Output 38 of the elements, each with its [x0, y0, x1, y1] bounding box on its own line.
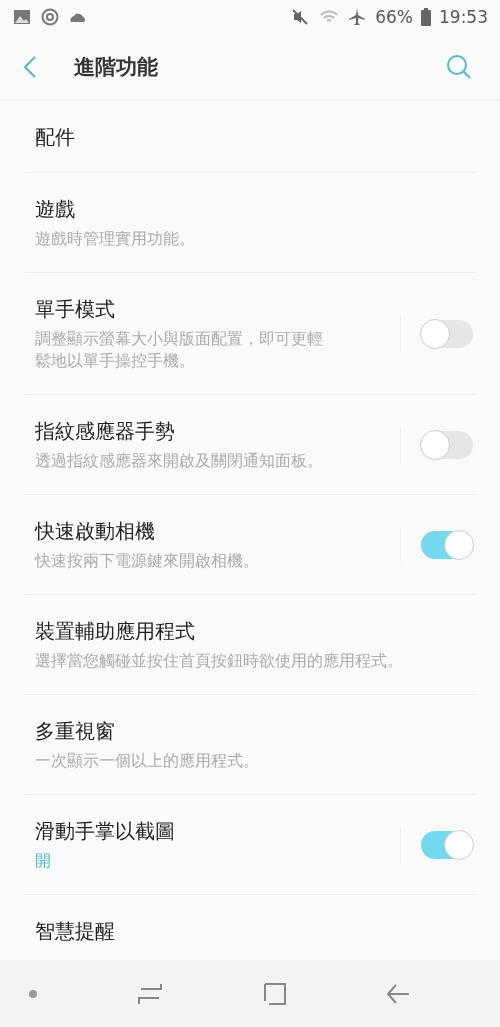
item-title: 快速啟動相機 — [35, 518, 156, 544]
item-title: 配件 — [35, 124, 76, 150]
settings-item[interactable]: 遊戲 遊戲時管理實用功能。 — [25, 173, 475, 273]
toggle-switch[interactable] — [421, 831, 473, 859]
item-summary: 一次顯示一個以上的應用程式。 — [35, 751, 260, 772]
home-button[interactable] — [262, 980, 287, 1007]
item-title: 多重視窗 — [35, 718, 116, 744]
toggle-switch[interactable] — [421, 431, 473, 459]
item-title: 遊戲 — [35, 196, 76, 222]
item-title: 單手模式 — [35, 296, 116, 322]
item-title: 滑動手掌以截圖 — [35, 818, 176, 844]
sync-icon — [40, 7, 60, 27]
battery-percent: 66% — [375, 7, 413, 27]
clock: 19:53 — [439, 7, 488, 27]
toggle-switch[interactable] — [421, 320, 473, 348]
settings-item[interactable]: 配件 — [25, 101, 475, 173]
item-title: 裝置輔助應用程式 — [35, 618, 196, 644]
battery-icon — [421, 8, 431, 26]
item-summary: 遊戲時管理實用功能。 — [35, 229, 196, 250]
settings-item[interactable]: 滑動手掌以截圖 開 — [25, 795, 475, 895]
settings-item[interactable]: 快速啟動相機 快速按兩下電源鍵來開啟相機。 — [25, 495, 475, 595]
search-button[interactable] — [446, 54, 472, 80]
item-summary: 選擇當您觸碰並按住首頁按鈕時欲使用的應用程式。 — [35, 651, 404, 672]
item-summary: 透過指紋感應器來開啟及關閉通知面板。 — [35, 451, 324, 472]
item-summary: 開 — [35, 851, 52, 872]
toggle-switch[interactable] — [421, 531, 473, 559]
settings-item[interactable]: 單手模式 調整顯示螢幕大小與版面配置，即可更輕鬆地以單手操控手機。 — [25, 273, 475, 395]
settings-item[interactable]: 指紋感應器手勢 透過指紋感應器來開啟及關閉通知面板。 — [25, 395, 475, 495]
item-summary: 快速按兩下電源鍵來開啟相機。 — [35, 551, 260, 572]
settings-item[interactable]: 多重視窗 一次顯示一個以上的應用程式。 — [25, 695, 475, 795]
back-button[interactable] — [22, 55, 38, 79]
image-icon — [12, 7, 32, 27]
item-title: 智慧提醒 — [35, 918, 116, 944]
dot-icon — [28, 988, 38, 999]
item-summary: 調整顯示螢幕大小與版面配置，即可更輕鬆地以單手操控手機。 — [35, 329, 324, 372]
item-title: 指紋感應器手勢 — [35, 418, 176, 444]
page-title: 進階功能 — [74, 54, 159, 81]
settings-item[interactable]: 裝置輔助應用程式 選擇當您觸碰並按住首頁按鈕時欲使用的應用程式。 — [25, 595, 475, 695]
